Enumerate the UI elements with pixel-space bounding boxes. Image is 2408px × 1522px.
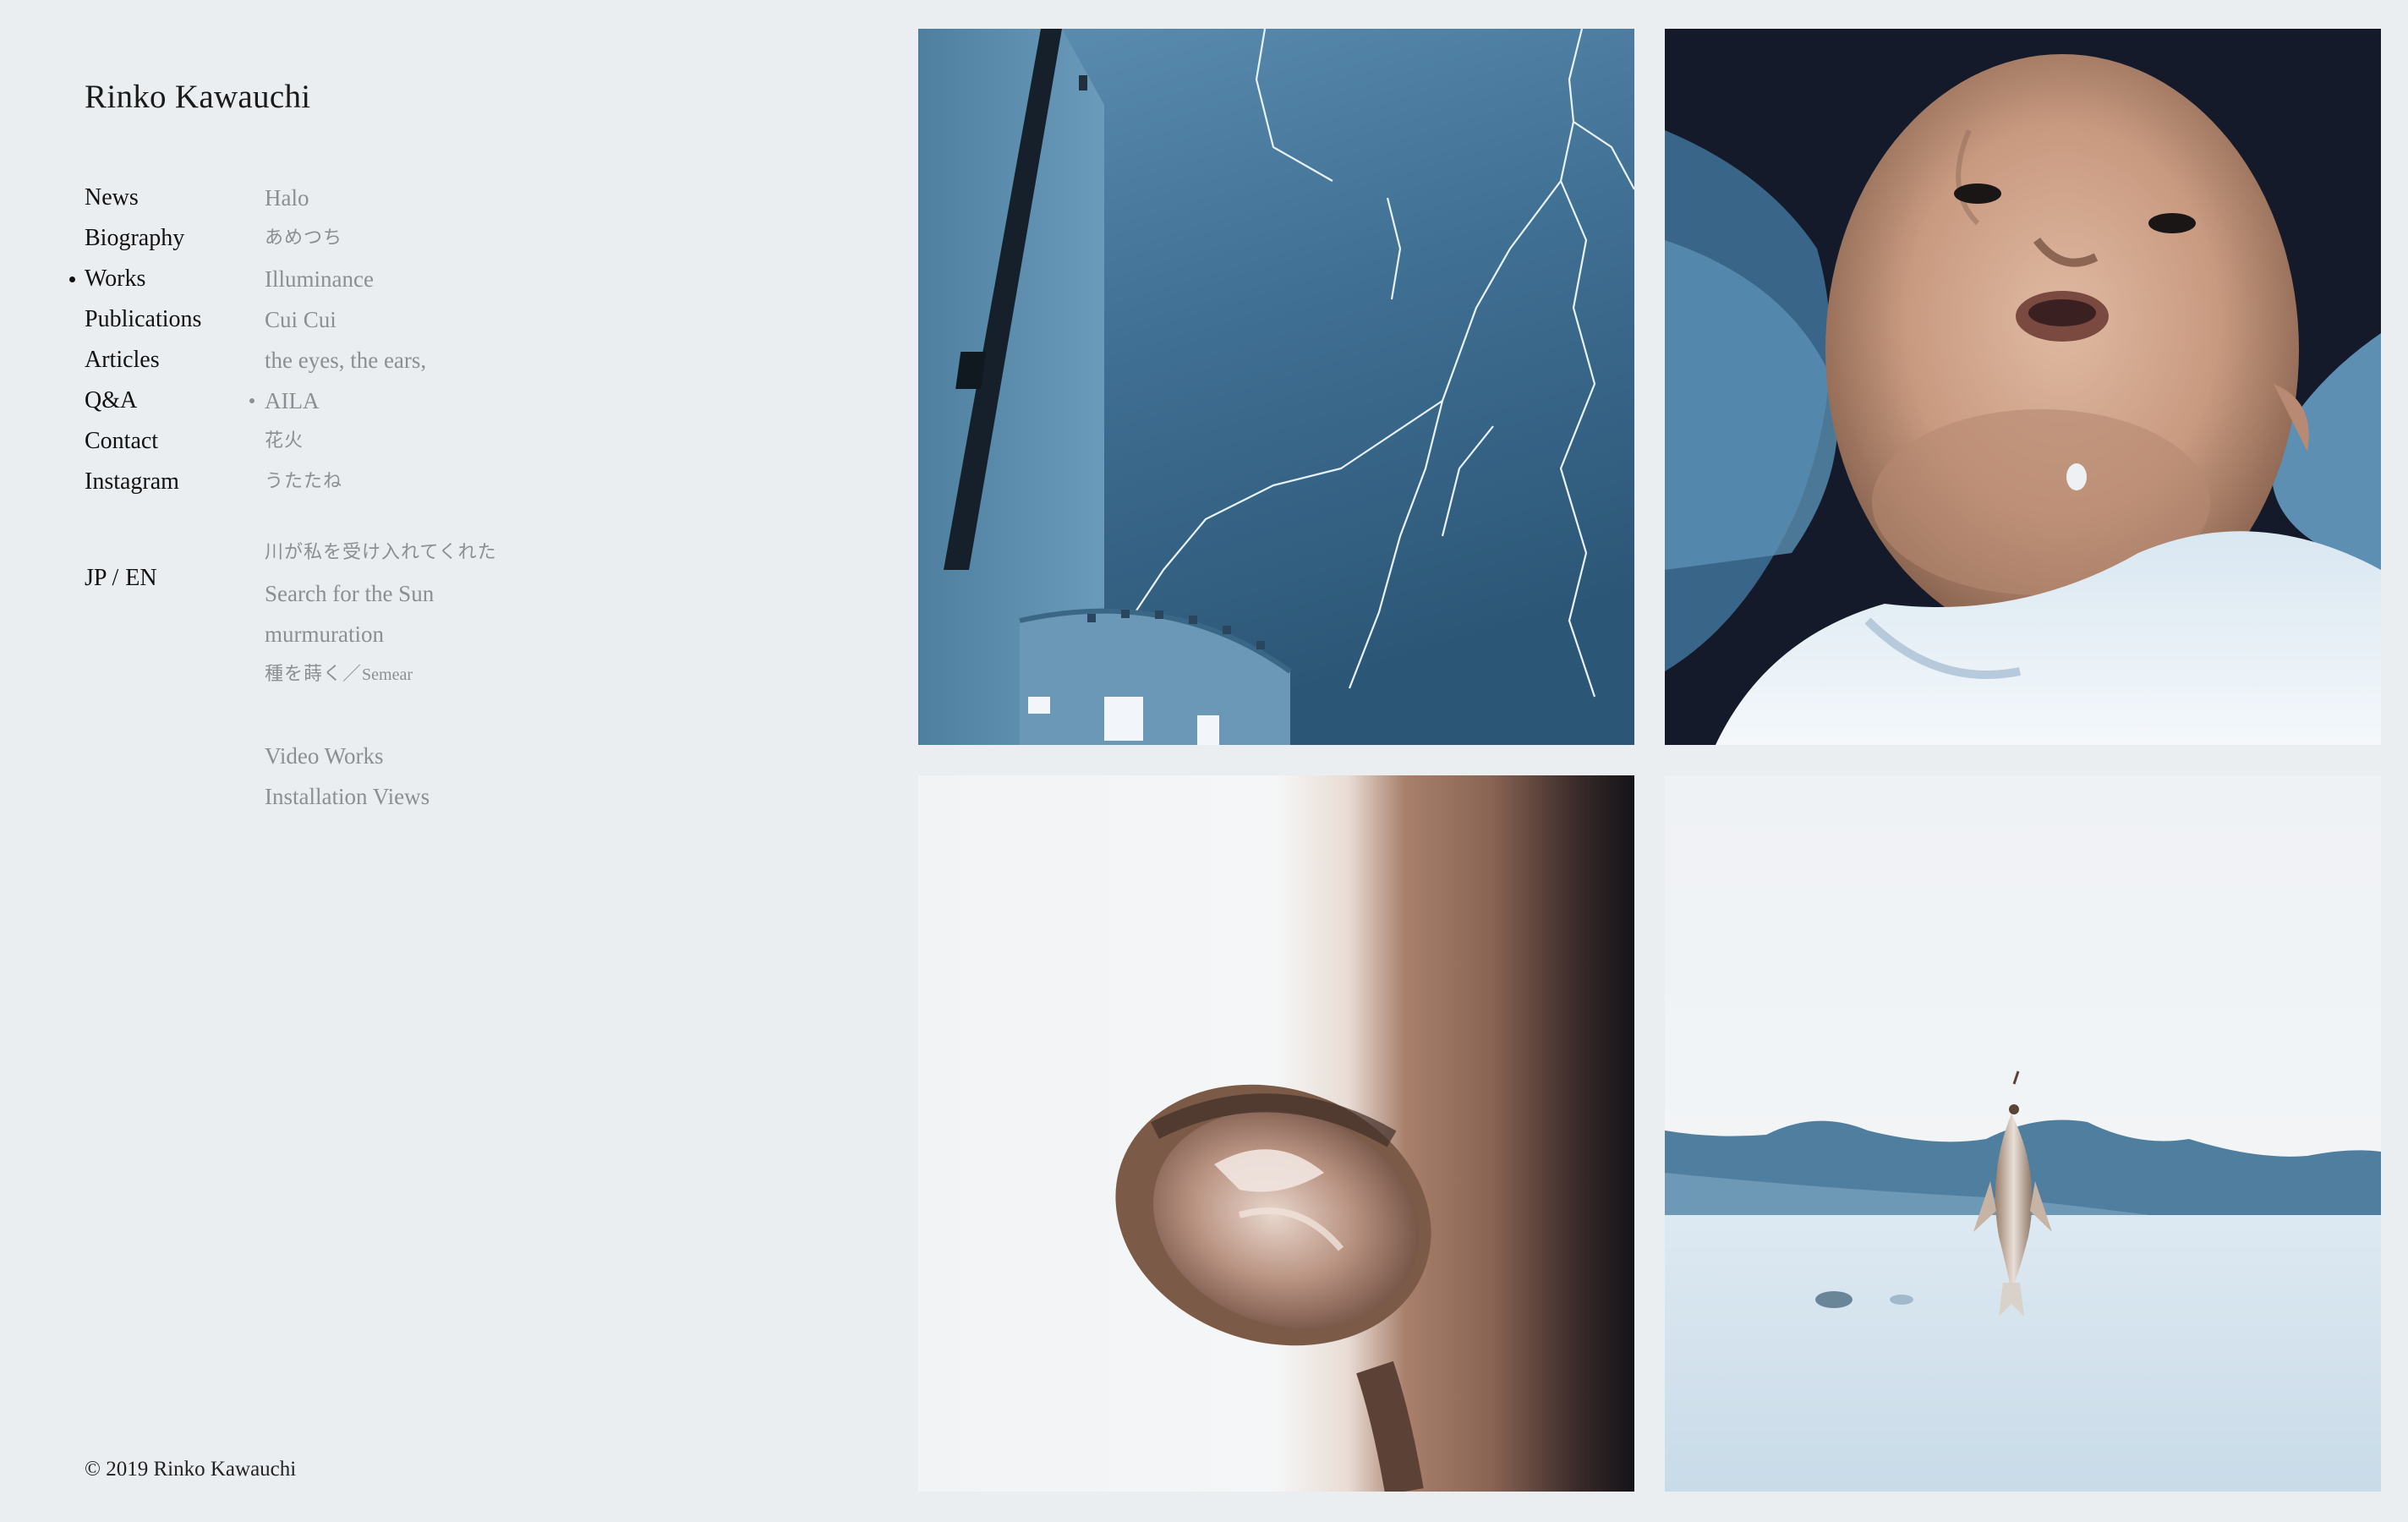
nav-item-biography[interactable]: Biography (85, 218, 254, 259)
lang-en-link[interactable]: EN (125, 565, 156, 591)
nav-item-works[interactable]: Works (69, 259, 254, 299)
works-item-illuminance[interactable]: Illuminance (265, 259, 654, 299)
works-item-semear[interactable]: 種を蒔く／Semear (265, 654, 654, 695)
works-item-utatane[interactable]: うたたね (265, 462, 654, 502)
nav-item-articles[interactable]: Articles (85, 340, 254, 380)
lang-jp-link[interactable]: JP (85, 565, 107, 591)
nav-item-news[interactable]: News (85, 178, 254, 218)
works-item-halo[interactable]: Halo (265, 178, 654, 218)
works-sub-nav: Halo あめつち Illuminance Cui Cui the eyes, … (249, 178, 654, 817)
works-item-ametsuchi[interactable]: あめつち (265, 218, 654, 259)
photo-flower-bud[interactable] (918, 775, 1634, 1492)
baby-face-photo (1665, 29, 2381, 745)
works-item-hanabi[interactable]: 花火 (265, 421, 654, 462)
main-nav: News Biography Works Publications Articl… (69, 178, 254, 502)
lightning-over-building-photo (918, 29, 1634, 745)
language-switcher: JP / EN (85, 565, 157, 592)
nav-item-contact[interactable]: Contact (85, 421, 254, 462)
works-item-video-works[interactable]: Video Works (265, 736, 654, 776)
works-item-aila[interactable]: AILA (249, 380, 654, 421)
lang-separator: / (112, 565, 119, 591)
semear-jp-label: 種を蒔く／ (265, 664, 363, 685)
semear-en-label: Semear (362, 665, 413, 684)
works-item-search-for-the-sun[interactable]: Search for the Sun (265, 573, 654, 614)
site-title[interactable]: Rinko Kawauchi (85, 78, 310, 116)
works-item-kawa-ga-watashi[interactable]: 川が私を受け入れてくれた (265, 533, 654, 573)
works-item-installation-views[interactable]: Installation Views (265, 776, 654, 817)
works-item-cui-cui[interactable]: Cui Cui (265, 299, 654, 340)
nav-item-publications[interactable]: Publications (85, 299, 254, 340)
nav-item-qa[interactable]: Q&A (85, 380, 254, 421)
photo-grid (918, 29, 2381, 1492)
works-item-murmuration[interactable]: murmuration (265, 614, 654, 654)
photo-baby[interactable] (1665, 29, 2381, 745)
works-item-the-eyes-the-ears[interactable]: the eyes, the ears, (265, 340, 654, 380)
nav-item-instagram[interactable]: Instagram (85, 462, 254, 502)
copyright: © 2019 Rinko Kawauchi (85, 1458, 297, 1481)
flower-bud-photo (918, 775, 1634, 1492)
photo-fish[interactable] (1665, 775, 2381, 1492)
photo-lightning[interactable] (918, 29, 1634, 745)
fish-above-water-photo (1665, 775, 2381, 1492)
